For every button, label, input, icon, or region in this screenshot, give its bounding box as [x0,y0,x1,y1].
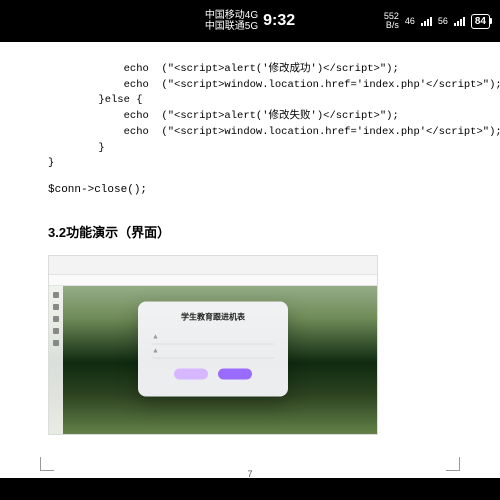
form-field: ▲ [152,344,274,358]
status-bar: 中国移动4G 中国联通5G 9:32 552 B/s 46 56 84 [0,0,500,42]
net-label-4g: 46 [405,16,415,26]
code-block: echo ("<script>alert('修改成功')</script>");… [0,46,500,172]
code-line: echo ("<script>window.location.href='ind… [48,126,500,138]
code-line: $conn->close(); [0,184,500,196]
bottom-bar [0,478,500,489]
signal-bars-icon [454,17,465,26]
battery-icon: 84 [471,14,490,29]
code-line: echo ("<script>alert('修改成功')</script>"); [48,63,399,75]
user-icon: ▲ [152,347,159,354]
code-line: echo ("<script>alert('修改失败')</script>"); [48,110,399,122]
net-label-5g: 56 [438,16,448,26]
form-field: ▲ [152,330,274,344]
card-title: 学生教育跟进机表 [181,311,245,322]
code-line: } [48,142,105,154]
carrier-1: 中国移动4G [205,10,258,21]
user-icon: ▲ [152,333,159,340]
embedded-screenshot: 学生教育跟进机表 ▲ ▲ [48,255,378,435]
code-line: } [48,157,54,169]
signal-bars-icon [421,17,432,26]
code-line: echo ("<script>window.location.href='ind… [48,79,500,91]
section-heading: 3.2功能演示（界面） [0,222,500,241]
clock: 9:32 [263,12,295,30]
login-card: 学生教育跟进机表 ▲ ▲ [138,301,288,396]
status-center: 中国移动4G 中国联通5G 9:32 [205,10,295,32]
form-button-primary [174,368,208,379]
carrier-2: 中国联通5G [205,21,258,32]
code-line: }else { [48,94,143,106]
browser-toolbar [49,274,377,286]
sidebar-icons [49,286,63,434]
form-button-secondary [218,368,252,379]
status-right: 552 B/s 46 56 84 [384,12,490,30]
document-page[interactable]: echo ("<script>alert('修改成功')</script>");… [0,42,500,489]
net-speed-unit: B/s [384,21,399,30]
